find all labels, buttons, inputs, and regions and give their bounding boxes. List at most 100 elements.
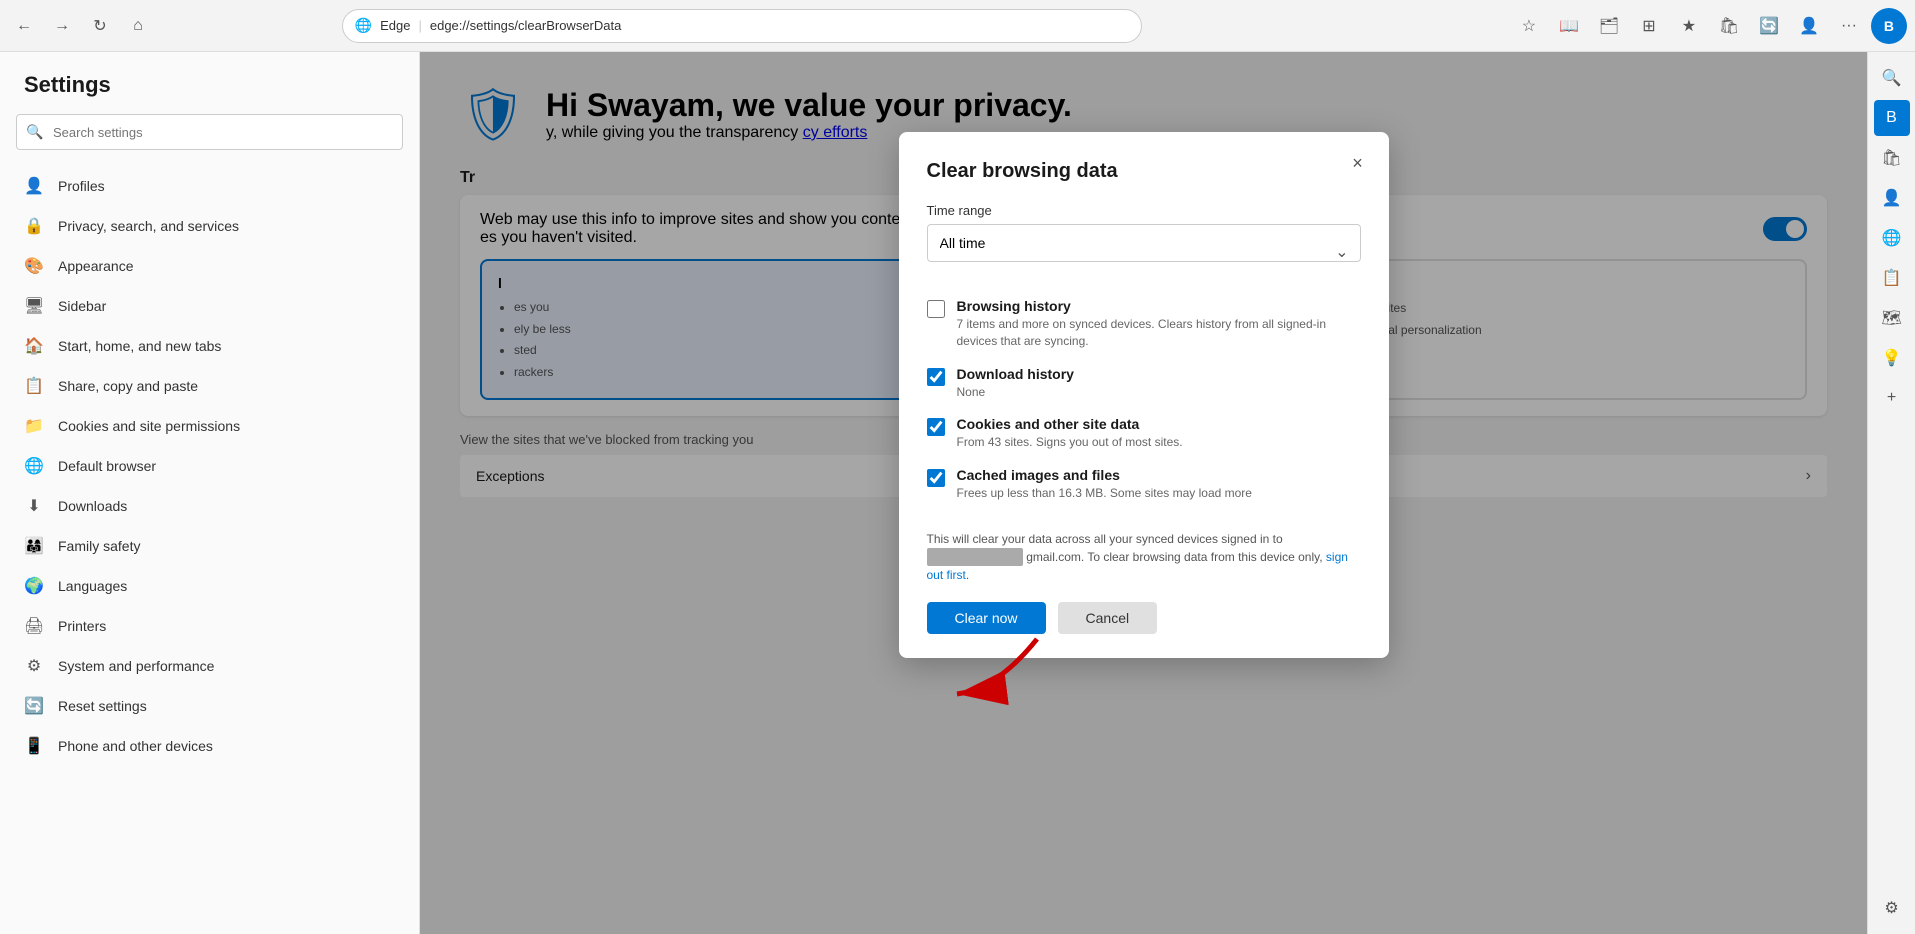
more-button[interactable]: ···: [1831, 8, 1867, 44]
url-text: edge://settings/clearBrowserData: [430, 18, 621, 33]
bing-copilot-button[interactable]: B: [1871, 8, 1907, 44]
sidebar-item-profiles[interactable]: 👤 Profiles: [0, 166, 419, 206]
sidebar-nav-icon: 🖥: [24, 296, 44, 316]
download-history-desc: None: [957, 384, 1074, 401]
red-arrow-indicator: [937, 629, 1057, 709]
sidebar-item-sidebar-nav[interactable]: 🖥 Sidebar: [0, 286, 419, 326]
refresh-button[interactable]: ↻: [84, 10, 116, 42]
sidebar-item-label: System and performance: [58, 658, 214, 674]
forward-button[interactable]: →: [46, 10, 78, 42]
modal-close-button[interactable]: ×: [1343, 148, 1373, 178]
browsing-history-item: Browsing history 7 items and more on syn…: [927, 298, 1357, 350]
sidebar-item-reset[interactable]: 🔄 Reset settings: [0, 686, 419, 726]
system-icon: ⚙: [24, 656, 44, 676]
sidebar-copilot-button[interactable]: B: [1874, 100, 1910, 136]
cached-item: Cached images and files Frees up less th…: [927, 467, 1357, 502]
address-bar[interactable]: 🌐 Edge | edge://settings/clearBrowserDat…: [342, 9, 1142, 43]
browsing-history-checkbox[interactable]: [927, 300, 945, 318]
sidebar-browser-button[interactable]: 🌐: [1874, 220, 1910, 256]
languages-icon: 🌍: [24, 576, 44, 596]
app-body: Settings 🔍 👤 Profiles 🔒 Privacy, search,…: [0, 52, 1915, 934]
sidebar-item-printers[interactable]: 🖨 Printers: [0, 606, 419, 646]
modal-title: Clear browsing data: [927, 160, 1361, 183]
share-icon: 📋: [24, 376, 44, 396]
time-range-label: Time range: [927, 203, 1361, 218]
split-view-button[interactable]: ⊞: [1631, 8, 1667, 44]
sidebar-settings-button[interactable]: ⚙: [1874, 890, 1910, 926]
sidebar-item-default-browser[interactable]: 🌐 Default browser: [0, 446, 419, 486]
download-history-checkbox[interactable]: [927, 368, 945, 386]
search-icon: 🔍: [26, 124, 43, 141]
browser-chrome: ← → ↻ ⌂ 🌐 Edge | edge://settings/clearBr…: [0, 0, 1915, 52]
profiles-icon: 👤: [24, 176, 44, 196]
sidebar-ideas-button[interactable]: 💡: [1874, 340, 1910, 376]
cached-desc: Frees up less than 16.3 MB. Some sites m…: [957, 485, 1252, 502]
sidebar-add-button[interactable]: +: [1874, 380, 1910, 416]
sidebar-item-phone[interactable]: 📱 Phone and other devices: [0, 726, 419, 766]
appearance-icon: 🎨: [24, 256, 44, 276]
download-history-label: Download history: [957, 366, 1074, 382]
browsing-history-label: Browsing history: [957, 298, 1357, 314]
sidebar-item-languages[interactable]: 🌍 Languages: [0, 566, 419, 606]
sync-notice: This will clear your data across all you…: [927, 530, 1361, 584]
default-browser-icon: 🌐: [24, 456, 44, 476]
sidebar-title: Settings: [0, 72, 419, 114]
profile-button[interactable]: 👤: [1791, 8, 1827, 44]
back-button[interactable]: ←: [8, 10, 40, 42]
search-box-container: 🔍: [16, 114, 403, 150]
shopping-button[interactable]: 🛍: [1711, 8, 1747, 44]
clear-now-button[interactable]: Clear now: [927, 602, 1046, 634]
cached-checkbox[interactable]: [927, 469, 945, 487]
sidebar-item-label: Profiles: [58, 178, 105, 194]
search-input[interactable]: [16, 114, 403, 150]
modal-actions: Clear now Cancel: [927, 602, 1361, 634]
sidebar-item-cookies[interactable]: 📁 Cookies and site permissions: [0, 406, 419, 446]
cached-label: Cached images and files: [957, 467, 1252, 483]
time-range-select-wrapper: All time Last hour Last 24 hours Last 7 …: [927, 224, 1361, 280]
sidebar-item-privacy[interactable]: 🔒 Privacy, search, and services: [0, 206, 419, 246]
edge-sync-button[interactable]: 🔄: [1751, 8, 1787, 44]
time-range-select[interactable]: All time Last hour Last 24 hours Last 7 …: [927, 224, 1361, 262]
sidebar-item-label: Appearance: [58, 258, 134, 274]
sidebar-maps-button[interactable]: 🗺: [1874, 300, 1910, 336]
sidebar-search-button[interactable]: 🔍: [1874, 60, 1910, 96]
home-button[interactable]: ⌂: [122, 10, 154, 42]
cookies-item: Cookies and other site data From 43 site…: [927, 416, 1357, 451]
sidebar-item-label: Cookies and site permissions: [58, 418, 240, 434]
favorites-button[interactable]: ★: [1671, 8, 1707, 44]
cookies-desc: From 43 sites. Signs you out of most sit…: [957, 434, 1183, 451]
sidebar-item-downloads[interactable]: ⬇ Downloads: [0, 486, 419, 526]
address-separator: |: [418, 18, 421, 33]
sidebar-item-label: Default browser: [58, 458, 156, 474]
checkbox-list: Browsing history 7 items and more on syn…: [927, 298, 1361, 518]
sidebar-item-label: Printers: [58, 618, 106, 634]
sidebar: Settings 🔍 👤 Profiles 🔒 Privacy, search,…: [0, 52, 420, 934]
sidebar-item-system[interactable]: ⚙ System and performance: [0, 646, 419, 686]
star-button[interactable]: ☆: [1511, 8, 1547, 44]
cancel-button[interactable]: Cancel: [1058, 602, 1158, 634]
edge-favicon: 🌐: [355, 17, 372, 34]
sidebar-item-family-safety[interactable]: 👨‍👩‍👧 Family safety: [0, 526, 419, 566]
cookies-label: Cookies and other site data: [957, 416, 1183, 432]
modal-overlay: × Clear browsing data Time range All tim…: [420, 52, 1867, 934]
reading-mode-button[interactable]: 📖: [1551, 8, 1587, 44]
right-sidebar: 🔍 B 🛍 👤 🌐 📋 🗺 💡 + ⚙: [1867, 52, 1915, 934]
sidebar-item-appearance[interactable]: 🎨 Appearance: [0, 246, 419, 286]
sidebar-shopping-button[interactable]: 🛍: [1874, 140, 1910, 176]
start-home-icon: 🏠: [24, 336, 44, 356]
cookies-checkbox[interactable]: [927, 418, 945, 436]
sidebar-clipboard-button[interactable]: 📋: [1874, 260, 1910, 296]
collections-button[interactable]: 🗂: [1591, 8, 1627, 44]
reset-icon: 🔄: [24, 696, 44, 716]
clear-browsing-data-modal: × Clear browsing data Time range All tim…: [899, 132, 1389, 658]
browsing-history-desc: 7 items and more on synced devices. Clea…: [957, 316, 1357, 350]
download-history-item: Download history None: [927, 366, 1357, 401]
sidebar-item-label: Privacy, search, and services: [58, 218, 239, 234]
sidebar-item-start-home[interactable]: 🏠 Start, home, and new tabs: [0, 326, 419, 366]
sidebar-item-share[interactable]: 📋 Share, copy and paste: [0, 366, 419, 406]
sidebar-item-label: Reset settings: [58, 698, 147, 714]
privacy-icon: 🔒: [24, 216, 44, 236]
sidebar-profile-button[interactable]: 👤: [1874, 180, 1910, 216]
sidebar-item-label: Sidebar: [58, 298, 106, 314]
family-safety-icon: 👨‍👩‍👧: [24, 536, 44, 556]
